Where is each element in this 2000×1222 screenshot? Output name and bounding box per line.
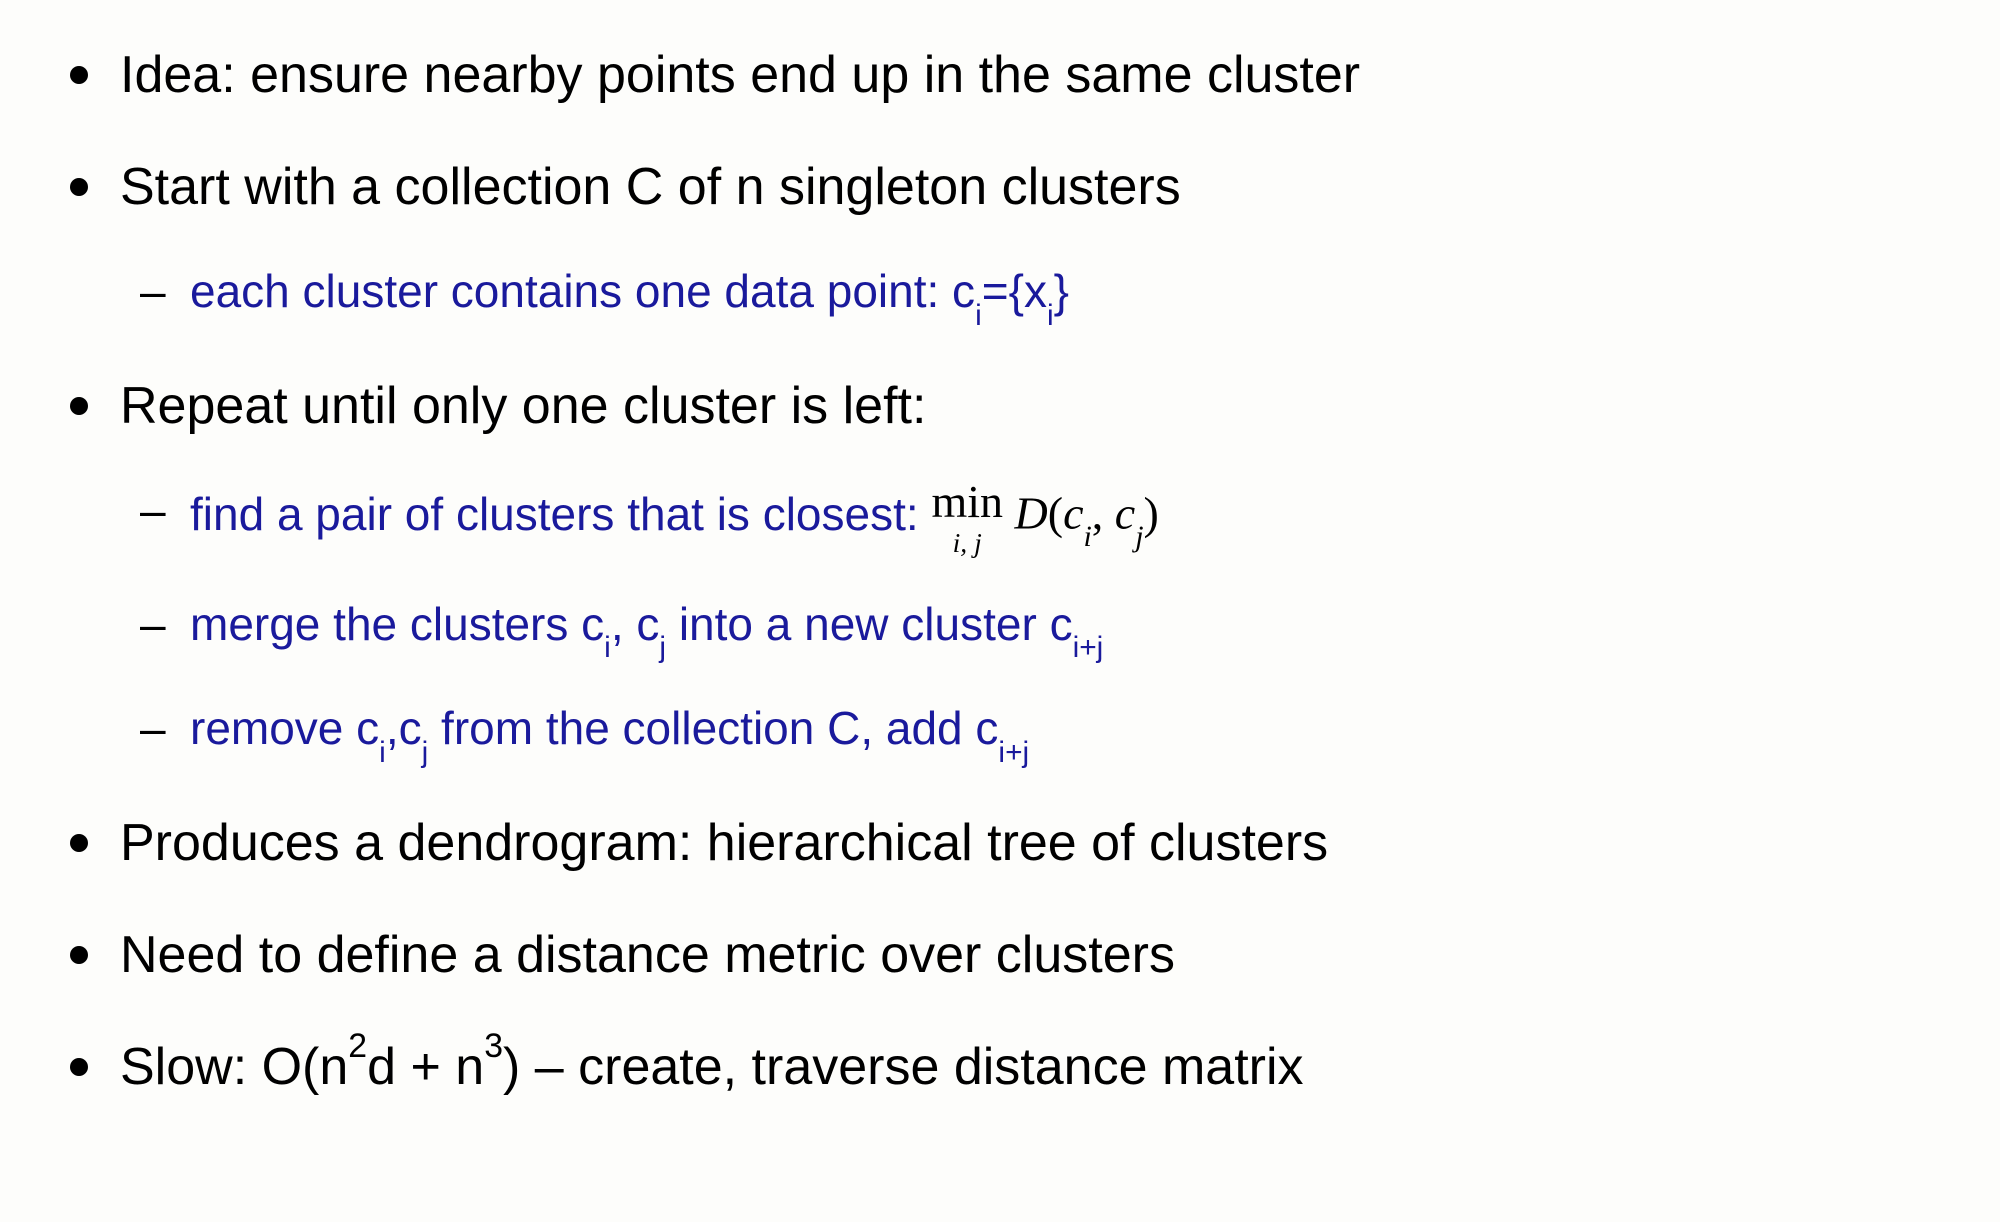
bullet-item-start: Start with a collection C of n singleton… (60, 152, 1940, 329)
min-subscript: i, j (931, 529, 1003, 557)
min-operator: min i, j (931, 479, 1003, 557)
bullet-text: ) – create, traverse distance matrix (503, 1038, 1304, 1096)
math-c: c (1063, 487, 1083, 538)
subscript-i: i (975, 299, 982, 332)
sub-item-find: find a pair of clusters that is closest:… (120, 479, 1940, 557)
subscript-i-plus-j: i+j (1073, 631, 1104, 664)
bullet-text: Slow: O(n (120, 1038, 348, 1096)
bullet-item-idea: Idea: ensure nearby points end up in the… (60, 40, 1940, 110)
sub-item-merge: merge the clusters ci, cj into a new clu… (120, 593, 1940, 662)
bullet-text: Produces a dendrogram: hierarchical tree… (120, 814, 1328, 872)
bullet-item-slow: Slow: O(n2d + n3) – create, traverse dis… (60, 1032, 1940, 1102)
bullet-text: d + n (367, 1038, 484, 1096)
sub-list: find a pair of clusters that is closest:… (120, 479, 1940, 766)
subscript-i: i (604, 631, 611, 664)
math-comma: , (1092, 487, 1115, 538)
sub-list: each cluster contains one data point: ci… (120, 260, 1940, 329)
sub-text: , c (611, 598, 660, 650)
bullet-item-distance-metric: Need to define a distance metric over cl… (60, 920, 1940, 990)
subscript-j: j (659, 631, 666, 664)
math-paren: ) (1144, 487, 1159, 538)
sub-text: ,c (386, 702, 422, 754)
sub-text: find a pair of clusters that is closest: (190, 488, 931, 540)
min-label: min (931, 479, 1003, 525)
subscript-i: i (1047, 299, 1054, 332)
superscript-3: 3 (484, 1027, 503, 1065)
sub-item-remove: remove ci,cj from the collection C, add … (120, 697, 1940, 766)
subscript-i-plus-j: i+j (998, 736, 1029, 769)
superscript-2: 2 (348, 1027, 367, 1065)
sub-text: each cluster contains one data point: c (190, 265, 975, 317)
sub-text: remove c (190, 702, 379, 754)
bullet-item-dendrogram: Produces a dendrogram: hierarchical tree… (60, 808, 1940, 878)
sub-text: merge the clusters c (190, 598, 604, 650)
subscript-j: j (422, 736, 429, 769)
bullet-text: Repeat until only one cluster is left: (120, 377, 926, 435)
math-expression: min i, j D(ci, cj) (931, 479, 1158, 557)
bullet-text: Start with a collection C of n singleton… (120, 158, 1181, 216)
math-D: D (1003, 487, 1048, 538)
sub-text: from the collection C, add c (428, 702, 998, 754)
bullet-list: Idea: ensure nearby points end up in the… (60, 40, 1940, 1102)
bullet-text: Idea: ensure nearby points end up in the… (120, 46, 1360, 104)
sub-text: ={x (982, 265, 1047, 317)
bullet-item-repeat: Repeat until only one cluster is left: f… (60, 371, 1940, 766)
subscript-i: i (1083, 520, 1091, 553)
bullet-text: Need to define a distance metric over cl… (120, 926, 1175, 984)
sub-item-singleton: each cluster contains one data point: ci… (120, 260, 1940, 329)
sub-text: into a new cluster c (666, 598, 1073, 650)
sub-text: } (1054, 265, 1069, 317)
math-c: c (1115, 487, 1135, 538)
subscript-j: j (1135, 520, 1143, 553)
subscript-i: i (379, 736, 386, 769)
math-paren: ( (1048, 487, 1063, 538)
